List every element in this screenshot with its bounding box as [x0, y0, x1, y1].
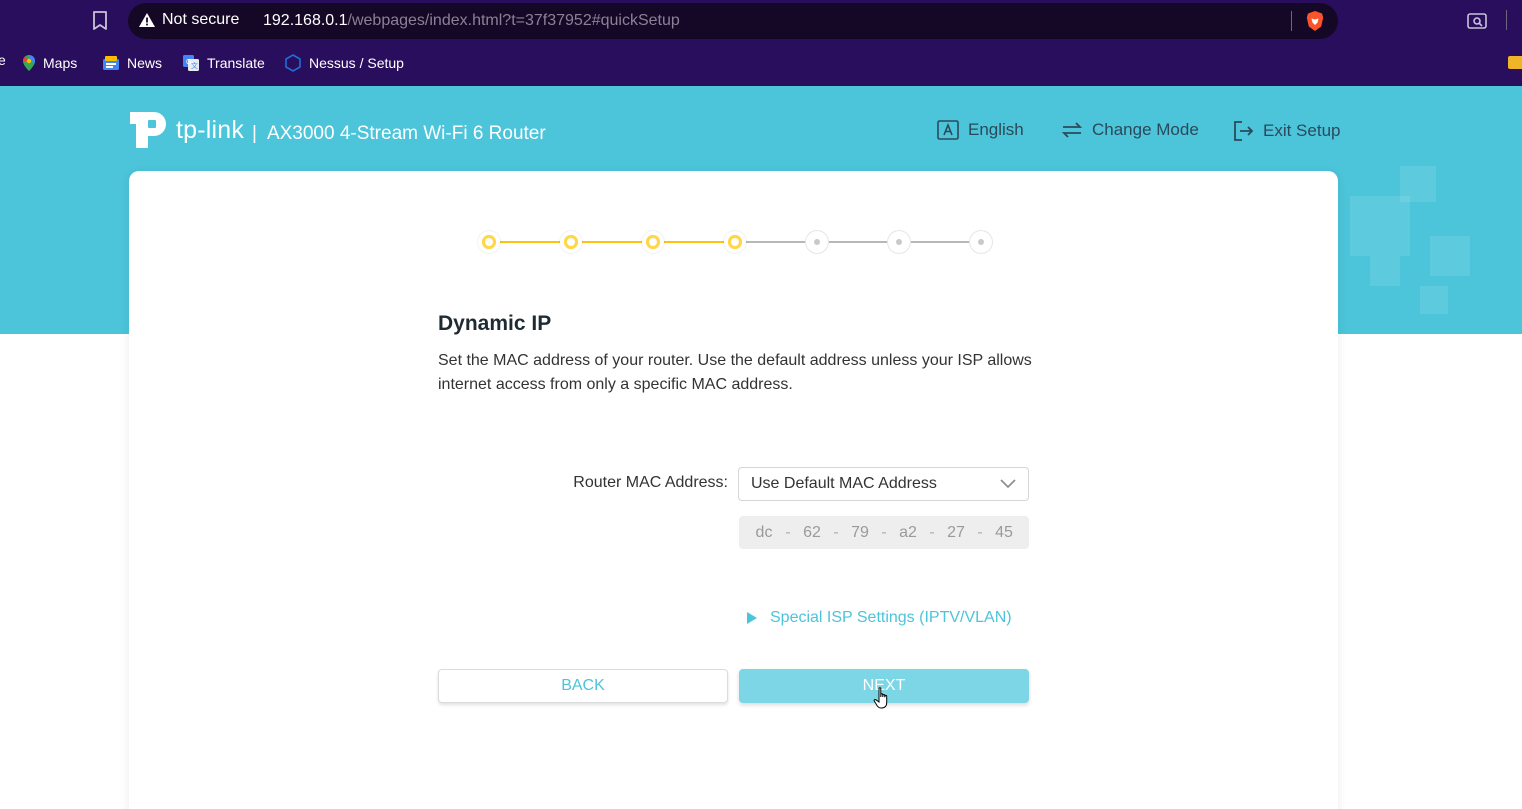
url-host: 192.168.0.1 — [263, 12, 348, 29]
bookmark-maps[interactable]: Maps — [22, 52, 77, 74]
special-isp-settings-label: Special ISP Settings (IPTV/VLAN) — [770, 609, 1012, 626]
url-text[interactable]: 192.168.0.1/webpages/index.html?t=37f379… — [263, 12, 680, 30]
model-name: | AX3000 4-Stream Wi-Fi 6 Router — [252, 123, 546, 145]
change-mode-link[interactable]: Change Mode — [1061, 120, 1199, 140]
page-description: Set the MAC address of your router. Use … — [438, 352, 1032, 393]
mac-octet: 45 — [995, 523, 1013, 541]
logo-text: tp-link — [176, 115, 245, 144]
step-connector — [653, 241, 735, 243]
mac-separator: - — [785, 523, 791, 541]
brave-shields-icon[interactable] — [1304, 10, 1326, 32]
change-mode-label: Change Mode — [1092, 120, 1199, 139]
step-1-completed — [478, 231, 500, 253]
step-6-pending — [888, 231, 910, 253]
mac-octet: 79 — [851, 523, 869, 541]
bookmark-page-icon[interactable] — [88, 9, 112, 33]
mac-octet: 27 — [947, 523, 965, 541]
browser-toolbar: Not secure 192.168.0.1/webpages/index.ht… — [0, 0, 1522, 42]
language-label: English — [968, 120, 1024, 139]
step-connector — [899, 241, 981, 243]
translate-icon: G文 — [183, 55, 199, 71]
mac-separator: - — [977, 523, 983, 541]
bookmark-label: Nessus / Setup — [309, 55, 404, 71]
maps-icon — [22, 55, 35, 71]
svg-text:文: 文 — [191, 61, 198, 70]
bookmark-news[interactable]: News — [102, 52, 162, 74]
url-path: /webpages/index.html?t=37f37952#quickSet… — [347, 12, 680, 29]
mac-address-select[interactable]: Use Default MAC Address — [738, 467, 1029, 501]
exit-setup-link[interactable]: Exit Setup — [1232, 120, 1341, 142]
step-5-pending — [806, 231, 828, 253]
security-indicator[interactable]: Not secure — [138, 11, 239, 29]
bookmark-translate[interactable]: G文 Translate — [182, 52, 265, 74]
mac-address-select-value: Use Default MAC Address — [751, 475, 937, 492]
exit-setup-label: Exit Setup — [1263, 121, 1341, 140]
chevron-down-icon — [1000, 479, 1016, 489]
setup-card — [129, 171, 1338, 809]
bookmark-label: News — [127, 55, 163, 71]
change-mode-icon — [1061, 122, 1083, 138]
language-selector[interactable]: English — [937, 120, 1024, 140]
bookmark-label: Translate — [207, 55, 265, 71]
browser-chrome: Not secure 192.168.0.1/webpages/index.ht… — [0, 0, 1522, 86]
address-divider — [1291, 11, 1292, 31]
step-4-completed — [724, 231, 746, 253]
mac-separator: - — [881, 523, 887, 541]
news-icon — [103, 56, 119, 70]
mac-separator: - — [929, 523, 935, 541]
step-2-completed — [560, 231, 582, 253]
next-button[interactable]: NEXT — [739, 669, 1029, 703]
mac-address-label: Router MAC Address: — [573, 474, 728, 491]
bookmark-nessus-setup[interactable]: Nessus / Setup — [284, 52, 404, 74]
mac-address-display: dc -62-79- a2-27-45 — [739, 516, 1029, 549]
screenshot-icon[interactable] — [1466, 11, 1488, 31]
model-label: AX3000 4-Stream Wi-Fi 6 Router — [266, 123, 546, 144]
tp-link-logo[interactable]: tp-link — [128, 106, 244, 154]
language-icon — [937, 120, 959, 140]
step-3-completed — [642, 231, 664, 253]
router-header: tp-link | AX3000 4-Stream Wi-Fi 6 Router … — [128, 106, 1341, 162]
step-connector — [735, 241, 817, 243]
header-separator: | — [252, 123, 257, 144]
progress-stepper — [478, 231, 998, 253]
nessus-icon — [285, 54, 301, 72]
security-label: Not secure — [162, 11, 240, 28]
step-connector — [817, 241, 899, 243]
mac-octet: dc — [755, 523, 773, 541]
bookmark-label: Maps — [43, 55, 78, 71]
mac-octet: 62 — [803, 523, 821, 541]
warning-icon — [139, 13, 155, 27]
back-button[interactable]: BACK — [438, 669, 728, 703]
bookmark-overflow-edge: e — [0, 52, 6, 68]
address-bar[interactable]: Not secure 192.168.0.1/webpages/index.ht… — [128, 3, 1338, 39]
mac-separator: - — [833, 523, 839, 541]
page-title: Dynamic IP — [438, 312, 552, 335]
exit-icon — [1234, 121, 1254, 141]
bookmarks-bar: e Maps News G文 Translate Nessus / Setup — [0, 42, 1522, 86]
bookmarks-folder-icon[interactable] — [1508, 56, 1522, 69]
toolbar-divider — [1506, 10, 1507, 30]
step-connector — [489, 241, 571, 243]
step-connector — [571, 241, 653, 243]
special-isp-settings-link[interactable]: Special ISP Settings (IPTV/VLAN) — [746, 609, 1012, 627]
play-arrow-icon — [747, 612, 757, 624]
tp-link-logo-icon — [130, 112, 166, 148]
step-7-pending — [970, 231, 992, 253]
mac-octet: a2 — [899, 523, 917, 541]
